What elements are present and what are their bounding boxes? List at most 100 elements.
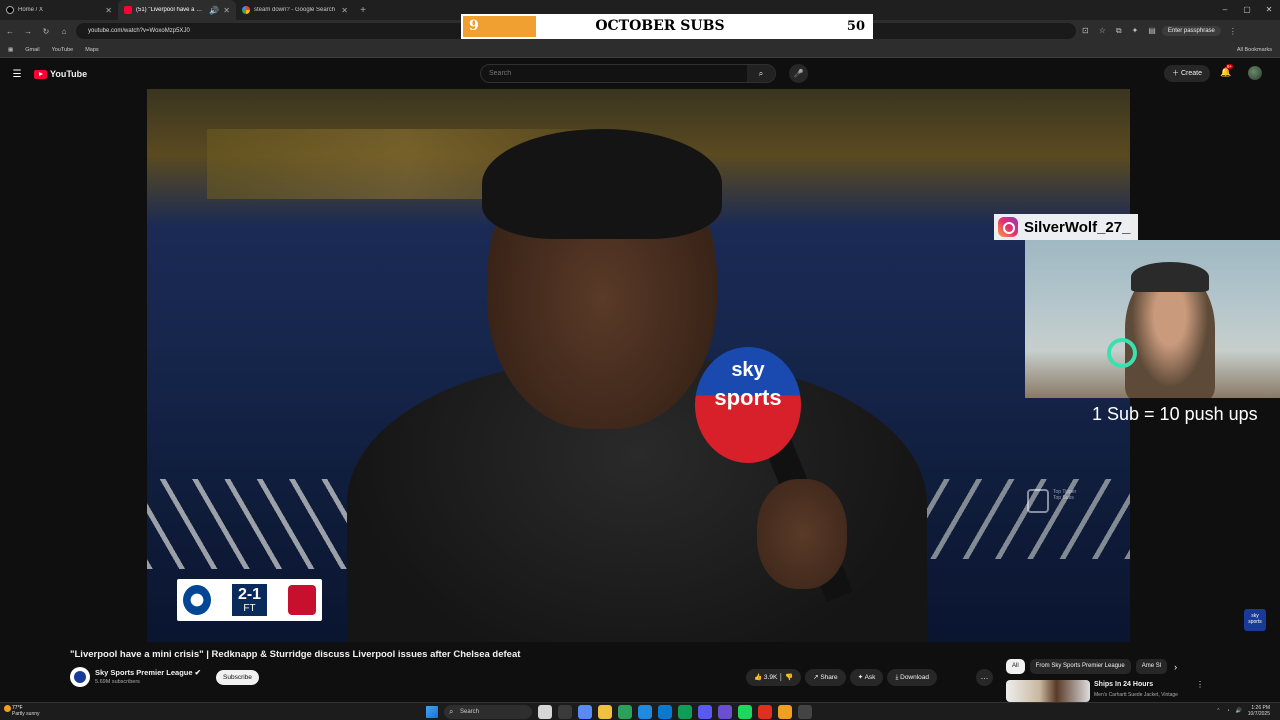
weather-widget[interactable]: 77°F Partly sunny xyxy=(4,705,40,717)
bookmark-star-icon[interactable]: ☆ xyxy=(1099,26,1106,36)
chip-more[interactable]: Ame Sl xyxy=(1135,659,1168,674)
taskbar-search[interactable]: Search xyxy=(444,705,532,719)
clock[interactable]: 1:26 PM 10/7/2025 xyxy=(1248,705,1270,717)
speaker-icon[interactable]: 🔊 xyxy=(209,6,219,15)
home-icon[interactable]: ⌂ xyxy=(58,27,70,36)
search-icon[interactable]: ⌕ xyxy=(747,65,775,82)
chelsea-crest-icon xyxy=(183,585,211,615)
webcam-feed xyxy=(1025,240,1280,398)
taskbar-app-icon[interactable] xyxy=(798,705,812,719)
instagram-handle-badge: SilverWolf_27_ xyxy=(994,214,1139,240)
youtube-favicon-icon xyxy=(124,6,132,14)
recommendation-subtitle: Men's Carhartt Suede Jacket, Vintage xyxy=(1094,692,1178,698)
taskbar-app-icon[interactable] xyxy=(638,705,652,719)
network-icon[interactable]: ◔ xyxy=(1226,708,1229,714)
chevron-right-icon[interactable]: › xyxy=(1174,662,1177,672)
menu-dots-icon[interactable]: ⋮ xyxy=(1227,27,1239,36)
window-controls: – ▢ ✕ xyxy=(1214,0,1280,20)
stream-alert-ghost: Top Tipper Top Subs xyxy=(1027,489,1127,525)
bookmark-gmail[interactable]: Gmail xyxy=(25,47,39,53)
like-button[interactable]: 👍 3.9K │ 👎 xyxy=(746,669,802,686)
taskbar-app-icon[interactable] xyxy=(538,705,552,719)
video-player[interactable]: sky sports 2-1 FT Top Tipper Top Subs xyxy=(147,89,1130,642)
headset-light-icon xyxy=(1107,338,1137,368)
like-count: 3.9K xyxy=(763,674,778,681)
bookmarks-bar: ▦ Gmail YouTube Maps All Bookmarks xyxy=(0,42,1280,58)
taskbar-app-icon[interactable] xyxy=(758,705,772,719)
account-avatar[interactable] xyxy=(1248,66,1262,80)
taskbar-app-icon[interactable] xyxy=(678,705,692,719)
sky-sports-watermark: sky sports xyxy=(1244,609,1266,631)
close-icon[interactable]: ✕ xyxy=(105,6,112,15)
instagram-icon xyxy=(998,217,1018,237)
youtube-logo[interactable]: YouTube xyxy=(34,69,87,79)
passphrase-button[interactable]: Enter passphrase xyxy=(1161,26,1221,36)
volume-icon[interactable]: 🔊 xyxy=(1236,708,1242,714)
ask-label: Ask xyxy=(864,674,876,681)
forward-icon[interactable]: → xyxy=(22,27,34,36)
apps-grid-icon[interactable]: ▦ xyxy=(8,47,13,53)
taskbar-app-icon[interactable] xyxy=(558,705,572,719)
share-label: Share xyxy=(820,674,838,681)
video-actions: 👍 3.9K │ 👎 ↗ Share ✦ Ask ⤓ Download xyxy=(746,669,938,686)
install-icon[interactable]: ⊡ xyxy=(1082,26,1089,36)
chip-all[interactable]: All xyxy=(1006,659,1025,674)
download-button[interactable]: ⤓ Download xyxy=(887,669,938,686)
taskbar-app-icon[interactable] xyxy=(698,705,712,719)
taskbar-app-icon[interactable] xyxy=(778,705,792,719)
tab-google-search[interactable]: steam down? - Google Search ✕ xyxy=(236,0,354,20)
chip-from-channel[interactable]: From Sky Sports Premier League xyxy=(1029,659,1131,674)
instagram-handle: SilverWolf_27_ xyxy=(1024,218,1131,236)
recommendation-thumbnail[interactable] xyxy=(1006,680,1090,702)
taskbar-app-icon[interactable] xyxy=(718,705,732,719)
thumbs-down-icon[interactable]: 👎 xyxy=(785,674,793,681)
youtube-play-icon xyxy=(34,69,47,79)
close-window-button[interactable]: ✕ xyxy=(1258,0,1280,20)
notifications-bell-icon[interactable]: 🔔 9+ xyxy=(1220,64,1234,78)
ask-button[interactable]: ✦ Ask xyxy=(849,669,884,686)
subscribe-button[interactable]: Subscribe xyxy=(216,670,259,685)
back-icon[interactable]: ← xyxy=(4,27,16,36)
streamer-cap xyxy=(1131,262,1209,292)
extension-icon[interactable]: ⧉ xyxy=(1116,26,1122,36)
tab-youtube-video[interactable]: (51) "Liverpool have a mini crisis" | Re… xyxy=(118,0,236,20)
new-tab-button[interactable]: + xyxy=(354,5,372,16)
taskbar-app-icon[interactable] xyxy=(598,705,612,719)
taskbar-app-icon[interactable] xyxy=(618,705,632,719)
youtube-masthead: ☰ YouTube ⌕ 🎤 ＋ Create 🔔9+ xyxy=(0,59,1280,89)
share-button[interactable]: ↗ Share xyxy=(805,669,846,686)
minimize-button[interactable]: – xyxy=(1214,0,1236,20)
channel-name[interactable]: Sky Sports Premier League ✔ xyxy=(95,668,201,677)
pundit-hair xyxy=(482,129,722,239)
weather-text: Partly sunny xyxy=(12,711,40,717)
create-button[interactable]: ＋ Create xyxy=(1164,65,1210,82)
reload-icon[interactable]: ↻ xyxy=(40,27,52,36)
hamburger-menu-icon[interactable]: ☰ xyxy=(0,69,34,80)
more-actions-button[interactable]: … xyxy=(976,669,993,686)
subs-goal-bar: 9 OCTOBER SUBS 50 xyxy=(461,14,873,39)
taskbar-app-icon[interactable] xyxy=(578,705,592,719)
close-icon[interactable]: ✕ xyxy=(223,6,230,15)
all-bookmarks[interactable]: All Bookmarks xyxy=(1237,47,1272,53)
maximize-button[interactable]: ▢ xyxy=(1236,0,1258,20)
sidepanel-icon[interactable]: ▤ xyxy=(1148,26,1156,36)
create-label: Create xyxy=(1180,70,1202,77)
bookmark-youtube[interactable]: YouTube xyxy=(52,47,74,53)
pundit-hand xyxy=(757,479,847,589)
puzzle-icon[interactable]: ✦ xyxy=(1132,26,1139,36)
windows-start-icon[interactable] xyxy=(426,706,438,718)
taskbar-app-icon[interactable] xyxy=(738,705,752,719)
microphone-icon[interactable]: 🎤 xyxy=(789,64,808,83)
mic-brand-sports: sports xyxy=(714,385,782,410)
taskbar-apps: Search xyxy=(426,705,812,719)
chevron-up-icon[interactable]: ⌃ xyxy=(1216,708,1220,714)
close-icon[interactable]: ✕ xyxy=(341,6,348,15)
taskbar-app-icon[interactable] xyxy=(658,705,672,719)
bookmark-maps[interactable]: Maps xyxy=(85,47,98,53)
tab-label: steam down? - Google Search xyxy=(254,7,336,13)
tab-home-x[interactable]: Home / X ✕ xyxy=(0,0,118,20)
recommendation-title[interactable]: Ships In 24 Hours xyxy=(1094,681,1153,688)
channel-avatar[interactable] xyxy=(70,667,90,687)
search-input[interactable] xyxy=(481,70,747,77)
recommendation-menu-icon[interactable]: ⋮ xyxy=(1196,680,1204,689)
